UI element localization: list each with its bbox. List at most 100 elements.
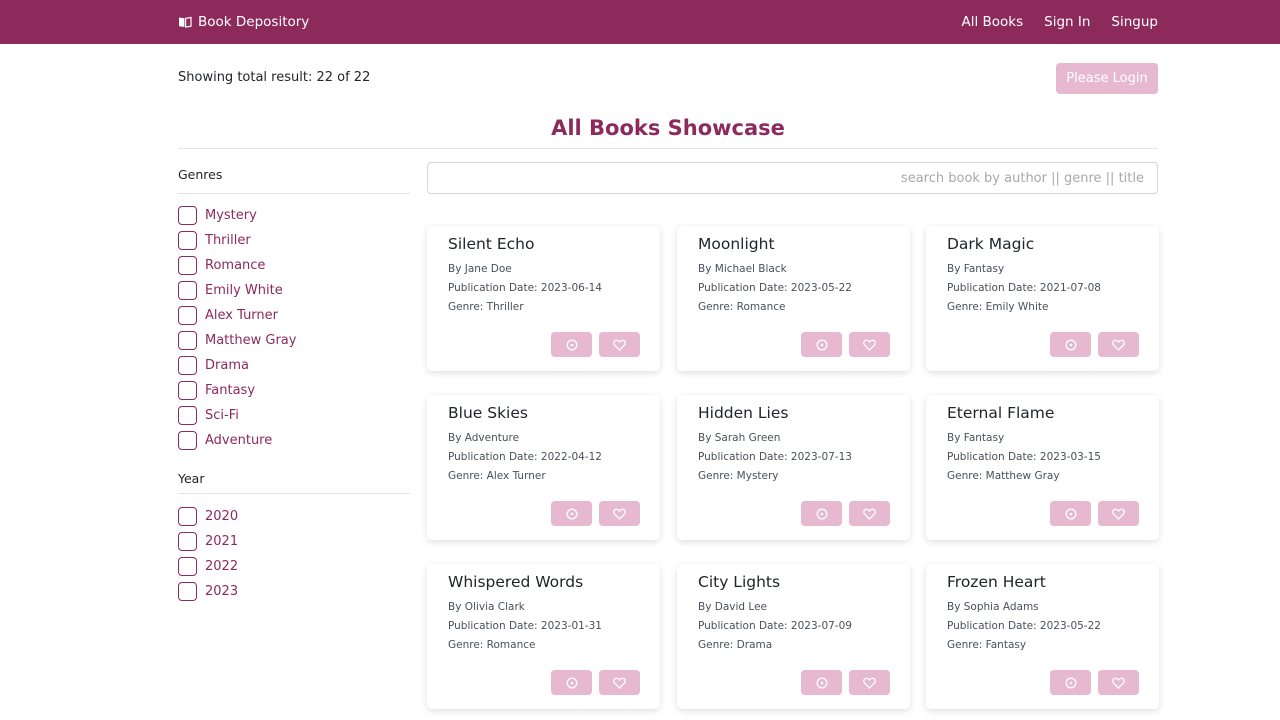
book-card: Blue Skies By Adventure Publication Date… — [427, 395, 660, 540]
checkbox[interactable] — [178, 356, 197, 375]
genre-filter-emily-white[interactable]: Emily White — [178, 278, 296, 303]
checkbox[interactable] — [178, 557, 197, 576]
checkbox[interactable] — [178, 582, 197, 601]
genre-filter-matthew-gray[interactable]: Matthew Gray — [178, 328, 296, 353]
book-genre: Genre: Alex Turner — [448, 470, 546, 482]
favorite-button[interactable] — [849, 501, 890, 526]
genre-filter-fantasy[interactable]: Fantasy — [178, 378, 296, 403]
heart-icon — [1112, 508, 1125, 520]
brand-link[interactable]: Book Depository — [178, 0, 309, 44]
book-author: By Olivia Clark — [448, 601, 525, 613]
genre-filter-mystery[interactable]: Mystery — [178, 203, 296, 228]
view-icon — [566, 677, 577, 688]
favorite-button[interactable] — [599, 332, 640, 357]
favorite-button[interactable] — [849, 670, 890, 695]
book-title: Hidden Lies — [698, 404, 789, 422]
favorite-button[interactable] — [1098, 670, 1139, 695]
book-title: Whispered Words — [448, 573, 584, 591]
checkbox[interactable] — [178, 281, 197, 300]
book-title: Silent Echo — [448, 235, 535, 253]
heart-icon — [613, 677, 626, 689]
view-button[interactable] — [801, 670, 842, 695]
favorite-button[interactable] — [1098, 501, 1139, 526]
favorite-button[interactable] — [1098, 332, 1139, 357]
heart-icon — [613, 339, 626, 351]
checkbox[interactable] — [178, 331, 197, 350]
book-title: Eternal Flame — [947, 404, 1055, 422]
heart-icon — [1112, 677, 1125, 689]
heart-icon — [863, 339, 876, 351]
title-divider — [178, 148, 1158, 149]
genre-filter-adventure[interactable]: Adventure — [178, 428, 296, 453]
genre-filter-drama[interactable]: Drama — [178, 353, 296, 378]
checkbox[interactable] — [178, 406, 197, 425]
favorite-button[interactable] — [849, 332, 890, 357]
year-filter-2021[interactable]: 2021 — [178, 529, 238, 554]
view-button[interactable] — [801, 332, 842, 357]
book-author: By Fantasy — [947, 432, 1005, 444]
view-icon — [1065, 339, 1076, 350]
checkbox[interactable] — [178, 431, 197, 450]
view-button[interactable] — [1050, 670, 1091, 695]
year-filter-list: 2020 2021 2022 2023 — [178, 504, 238, 604]
genre-filter-thriller[interactable]: Thriller — [178, 228, 296, 253]
checkbox[interactable] — [178, 381, 197, 400]
genre-filter-alex-turner[interactable]: Alex Turner — [178, 303, 296, 328]
heart-icon — [863, 677, 876, 689]
genre-filter-sci-fi[interactable]: Sci-Fi — [178, 403, 296, 428]
view-button[interactable] — [1050, 501, 1091, 526]
navbar: Book Depository All Books Sign In Singup — [0, 0, 1280, 44]
book-card: Whispered Words By Olivia Clark Publicat… — [427, 564, 660, 709]
view-button[interactable] — [551, 332, 592, 357]
book-publication-date: Publication Date: 2023-01-31 — [448, 620, 602, 632]
book-author: By Michael Black — [698, 263, 787, 275]
year-heading: Year — [178, 471, 205, 486]
checkbox[interactable] — [178, 231, 197, 250]
book-card: Silent Echo By Jane Doe Publication Date… — [427, 226, 660, 371]
year-filter-2022[interactable]: 2022 — [178, 554, 238, 579]
book-author: By Sophia Adams — [947, 601, 1039, 613]
checkbox[interactable] — [178, 256, 197, 275]
book-genre: Genre: Romance — [698, 301, 786, 313]
genre-filter-romance[interactable]: Romance — [178, 253, 296, 278]
favorite-button[interactable] — [599, 670, 640, 695]
year-filter-2023[interactable]: 2023 — [178, 579, 238, 604]
checkbox[interactable] — [178, 532, 197, 551]
search-input[interactable] — [427, 162, 1158, 194]
book-author: By Fantasy — [947, 263, 1005, 275]
view-icon — [816, 339, 827, 350]
book-author: By Sarah Green — [698, 432, 781, 444]
view-button[interactable] — [1050, 332, 1091, 357]
nav-signup[interactable]: Singup — [1111, 14, 1158, 30]
result-count: Showing total result: 22 of 22 — [178, 70, 371, 85]
book-card: Eternal Flame By Fantasy Publication Dat… — [926, 395, 1159, 540]
please-login-button[interactable]: Please Login — [1056, 63, 1158, 94]
book-author: By David Lee — [698, 601, 767, 613]
view-button[interactable] — [551, 670, 592, 695]
checkbox[interactable] — [178, 306, 197, 325]
view-icon — [816, 677, 827, 688]
book-genre: Genre: Fantasy — [947, 639, 1027, 651]
heart-icon — [1112, 339, 1125, 351]
year-filter-2020[interactable]: 2020 — [178, 504, 238, 529]
book-author: By Jane Doe — [448, 263, 512, 275]
nav-sign-in[interactable]: Sign In — [1044, 14, 1090, 30]
nav-links: All Books Sign In Singup — [961, 0, 1158, 44]
checkbox[interactable] — [178, 206, 197, 225]
book-title: Dark Magic — [947, 235, 1035, 253]
heart-icon — [613, 508, 626, 520]
view-button[interactable] — [551, 501, 592, 526]
genres-filter-list: Mystery Thriller Romance Emily White Ale… — [178, 203, 296, 453]
checkbox[interactable] — [178, 507, 197, 526]
book-publication-date: Publication Date: 2023-05-22 — [698, 282, 852, 294]
book-card: Dark Magic By Fantasy Publication Date: … — [926, 226, 1159, 371]
book-publication-date: Publication Date: 2023-03-15 — [947, 451, 1101, 463]
favorite-button[interactable] — [599, 501, 640, 526]
book-publication-date: Publication Date: 2023-07-09 — [698, 620, 852, 632]
nav-all-books[interactable]: All Books — [961, 14, 1023, 30]
book-title: Moonlight — [698, 235, 775, 253]
view-button[interactable] — [801, 501, 842, 526]
brand-name: Book Depository — [198, 14, 310, 30]
book-publication-date: Publication Date: 2021-07-08 — [947, 282, 1101, 294]
book-title: Blue Skies — [448, 404, 528, 422]
